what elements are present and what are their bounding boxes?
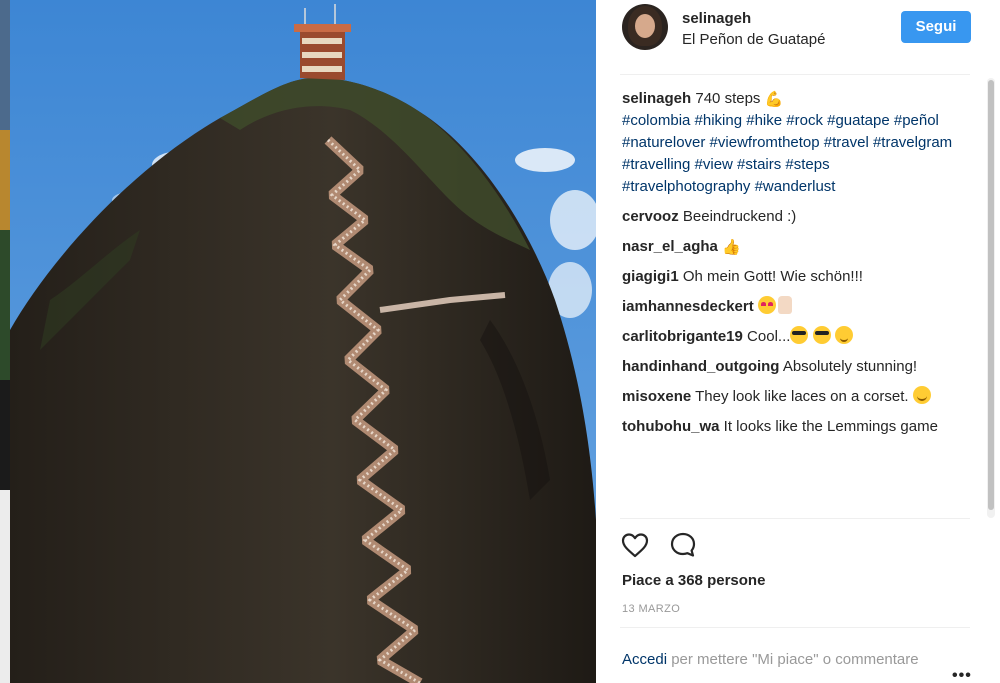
login-prompt-text: per mettere "Mi piace" o commentare: [671, 651, 919, 668]
list-item: misoxene They look like laces on a corse…: [622, 386, 962, 408]
comments-divider: [620, 518, 970, 519]
speech-bubble-icon[interactable]: [668, 530, 700, 562]
comment-author[interactable]: iamhannesdeckert: [622, 298, 754, 315]
thumbs-up-icon: 👍: [722, 238, 741, 256]
comments-list: selinageh 740 steps 💪 #colombia #hiking …: [622, 88, 962, 518]
heart-eyes-icon: [757, 296, 776, 314]
comment-author[interactable]: misoxene: [622, 388, 691, 405]
rock-with-staircase-image: [10, 0, 596, 683]
sunglasses-icon: [812, 326, 831, 344]
location-link[interactable]: El Peñon de Guatapé: [682, 31, 825, 48]
post-header: selinageh El Peñon de Guatapé Segui: [596, 0, 1000, 74]
login-link[interactable]: Accedi: [622, 651, 667, 668]
comment-author[interactable]: giagigi1: [622, 268, 679, 285]
comment-text: Oh mein Gott! Wie schön!!!: [682, 268, 863, 285]
post-date: 13 MARZO: [622, 603, 681, 615]
adjacent-post-strip: [0, 0, 10, 683]
username-link[interactable]: selinageh: [682, 10, 751, 27]
follow-button[interactable]: Segui: [901, 11, 971, 43]
comment-text: Cool...: [747, 328, 791, 345]
sunglasses-icon: [790, 326, 809, 344]
caption-hashtags[interactable]: #colombia #hiking #hike #rock #guatape #…: [622, 112, 952, 195]
post-photo[interactable]: [10, 0, 596, 683]
list-item: iamhannesdeckert: [622, 296, 962, 318]
comment-text: Absolutely stunning!: [782, 358, 918, 375]
comment-author[interactable]: cervooz: [622, 208, 679, 225]
comment-text: Beeindruckend :): [682, 208, 797, 225]
post-actions: [620, 530, 740, 564]
ellipsis-icon[interactable]: •••: [952, 667, 972, 683]
comment-text: It looks like the Lemmings game: [723, 418, 938, 435]
comment-text: They look like laces on a corset.: [695, 388, 909, 405]
comment-author[interactable]: selinageh: [622, 90, 691, 107]
comment-author[interactable]: tohubohu_wa: [622, 418, 720, 435]
comment-author[interactable]: handinhand_outgoing: [622, 358, 779, 375]
login-prompt: Accedi per mettere "Mi piace" o commenta…: [622, 649, 922, 671]
list-item: cervooz Beeindruckend :): [622, 206, 962, 228]
caption: selinageh 740 steps 💪 #colombia #hiking …: [622, 88, 962, 198]
avatar[interactable]: [622, 4, 668, 50]
comment-author[interactable]: carlitobrigante19: [622, 328, 743, 345]
scrollbar-thumb[interactable]: [988, 80, 994, 510]
list-item: handinhand_outgoing Absolutely stunning!: [622, 356, 962, 378]
caption-text: 740 steps: [695, 90, 761, 107]
likes-count[interactable]: Piace a 368 persone: [622, 572, 765, 589]
list-item: giagigi1 Oh mein Gott! Wie schön!!!: [622, 266, 962, 288]
list-item: carlitobrigante19 Cool...: [622, 326, 962, 348]
smiling-face-icon: [912, 386, 931, 404]
heart-outline-icon[interactable]: [620, 530, 652, 562]
winking-face-icon: [834, 326, 853, 344]
list-item: tohubohu_wa It looks like the Lemmings g…: [622, 416, 962, 438]
comment-author[interactable]: nasr_el_agha: [622, 238, 718, 255]
list-item: nasr_el_agha 👍: [622, 236, 962, 258]
flexed-biceps-icon: 💪: [764, 90, 784, 108]
thumbs-up-icon: [777, 296, 792, 314]
header-divider: [620, 74, 970, 75]
post-side-panel: selinageh El Peñon de Guatapé Segui seli…: [596, 0, 1000, 683]
footer-divider: [620, 627, 970, 628]
